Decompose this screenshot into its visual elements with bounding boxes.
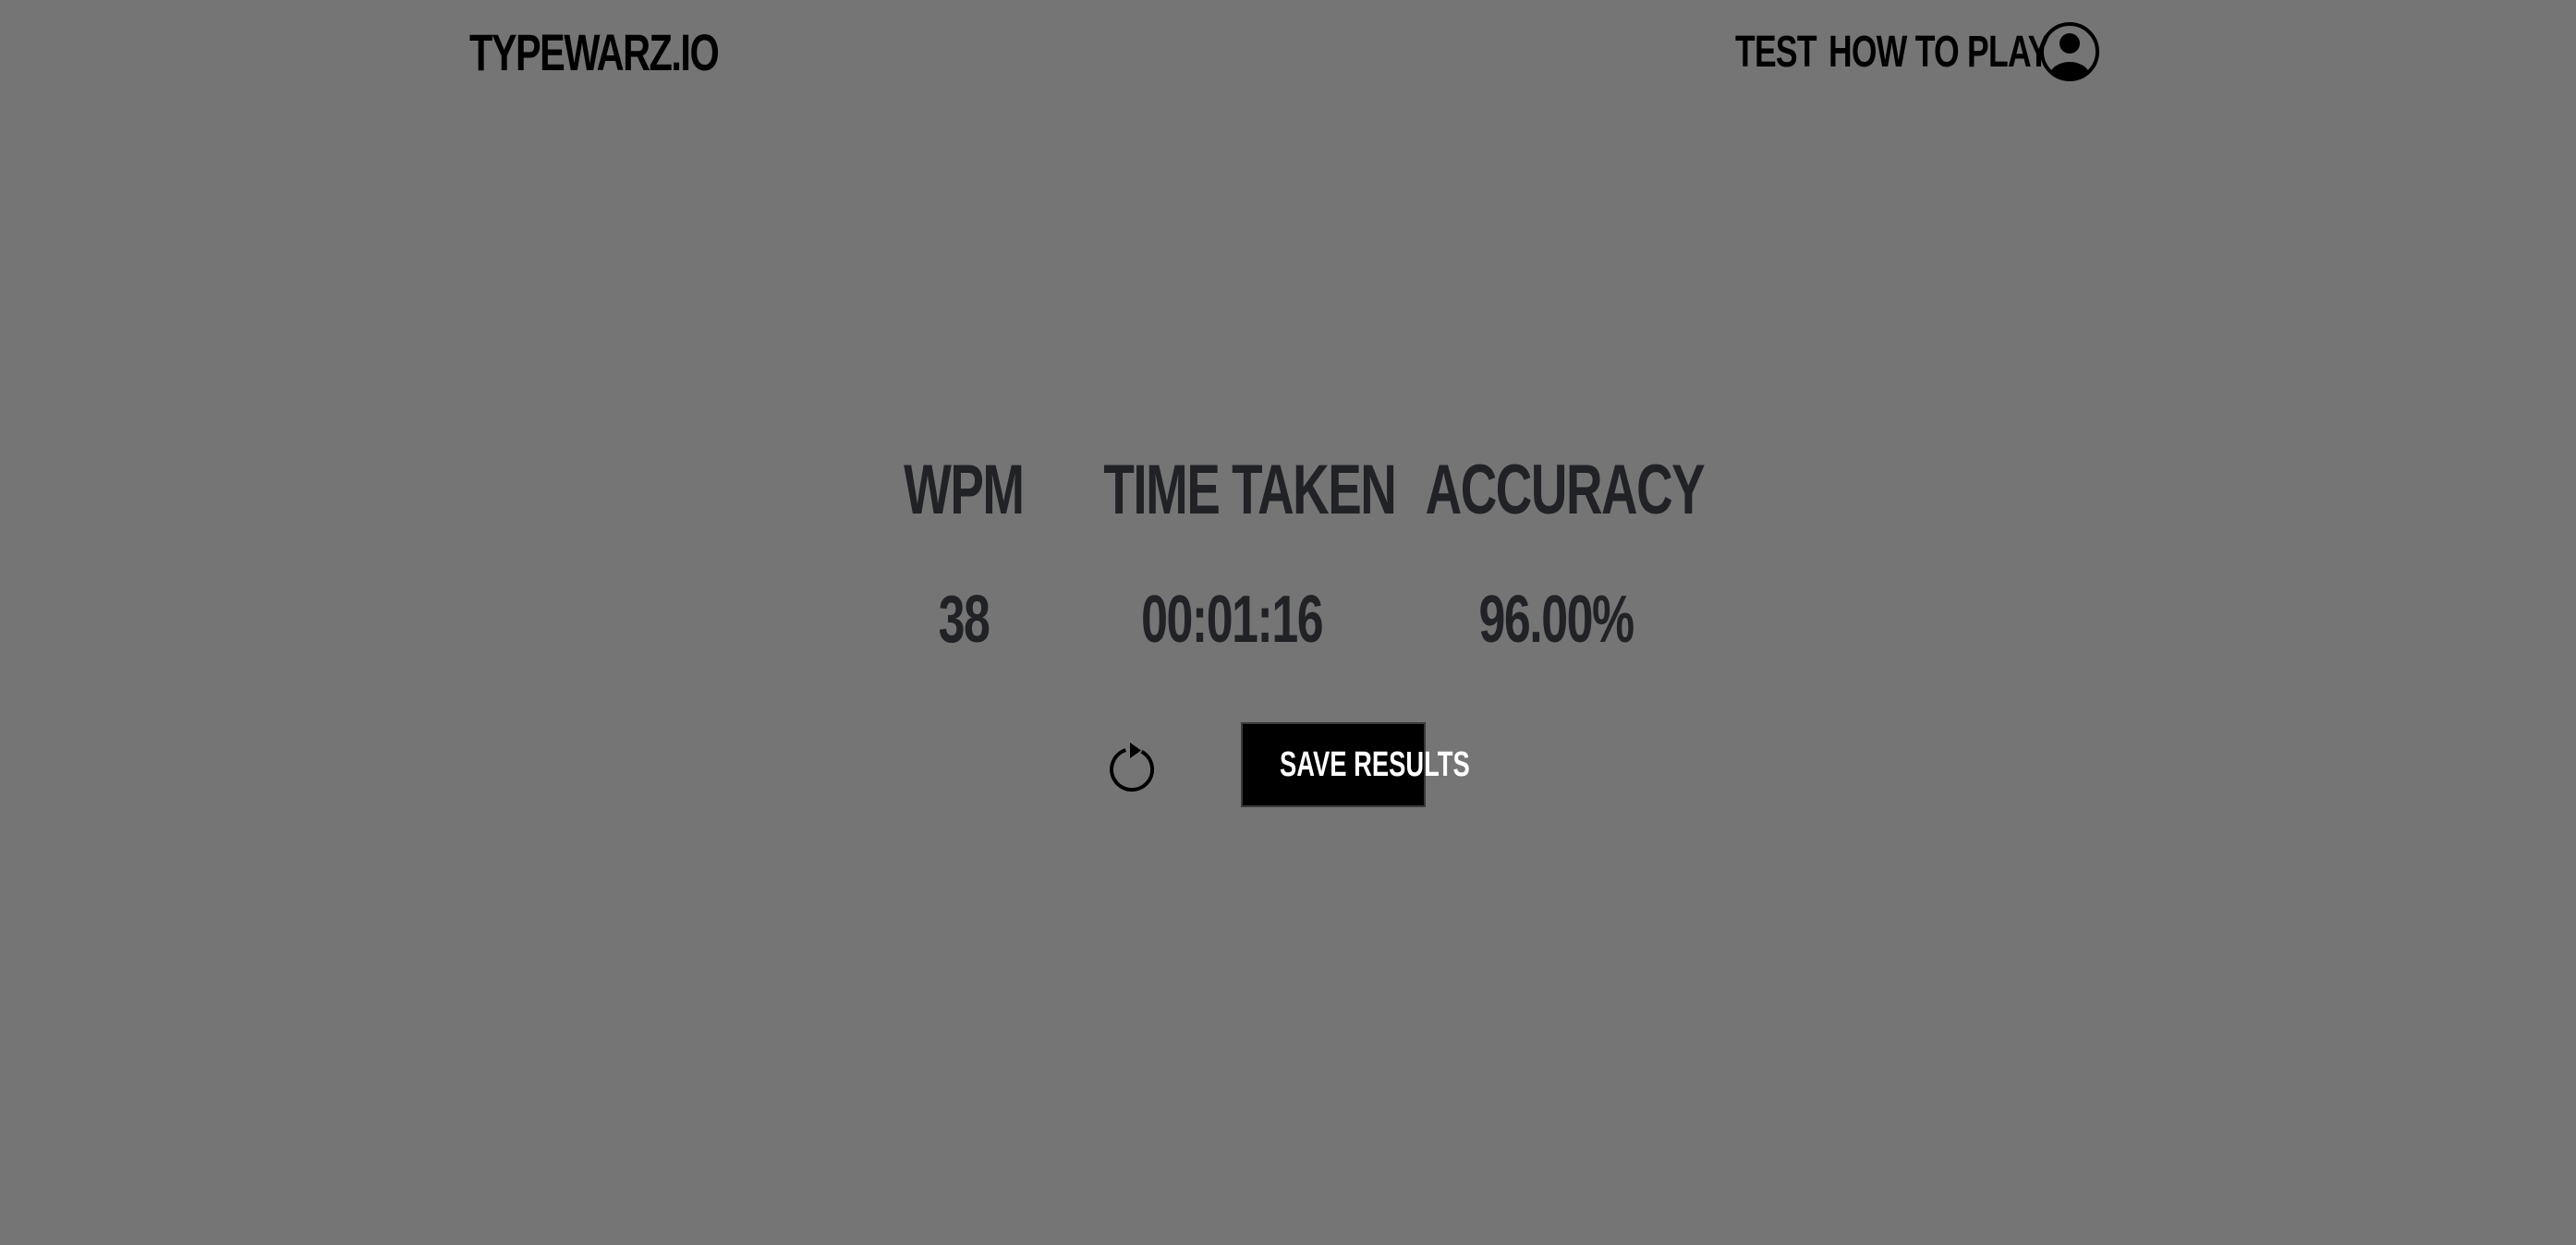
profile-button[interactable] — [2039, 21, 2100, 82]
stat-time-taken: TIME TAKEN 00:01:16 — [1047, 449, 1416, 671]
stat-accuracy: ACCURACY 96.00% — [1371, 449, 1741, 671]
stat-accuracy-value: 96.00% — [1478, 583, 1634, 657]
stat-time-taken-label: TIME TAKEN — [1103, 451, 1396, 529]
stat-time-taken-value: 00:01:16 — [1141, 583, 1323, 657]
results-actions: SAVE RESULTS — [0, 722, 2576, 809]
restart-button[interactable] — [1103, 739, 1160, 796]
stat-accuracy-label: ACCURACY — [1425, 451, 1706, 529]
results-panel: WPM 38 TIME TAKEN 00:01:16 ACCURACY 96.0… — [0, 449, 2576, 671]
nav-link-how-to-play[interactable]: HOW TO PLAY — [1829, 20, 2049, 85]
restart-icon — [1110, 743, 1155, 792]
nav-link-test[interactable]: TEST — [1735, 20, 1817, 85]
top-navbar: TYPEWARZ.IO TEST HOW TO PLAY — [0, 0, 2576, 103]
user-circle-icon — [2040, 22, 2099, 81]
save-results-button[interactable]: SAVE RESULTS — [1241, 722, 1470, 807]
site-logo[interactable]: TYPEWARZ.IO — [469, 20, 720, 85]
